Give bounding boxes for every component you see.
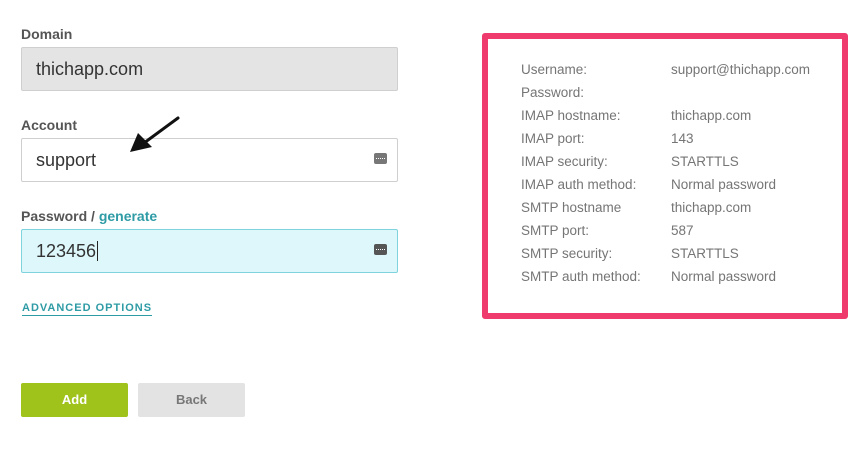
info-value: STARTTLS — [671, 154, 739, 169]
account-setup-page: Domain thichapp.com Account support Pass… — [0, 0, 859, 454]
info-key: Username: — [521, 62, 588, 77]
password-label-text: Password / — [21, 208, 95, 224]
password-label: Password / generate — [21, 208, 157, 224]
info-key: IMAP auth method: — [521, 177, 637, 192]
advanced-options-link[interactable]: ADVANCED OPTIONS — [22, 302, 153, 316]
info-key: Password: — [521, 85, 585, 100]
password-value: 123456 — [36, 241, 97, 261]
info-value: thichapp.com — [671, 108, 752, 123]
info-value: STARTTLS — [671, 246, 739, 261]
password-value-wrap: 123456 — [36, 241, 99, 262]
account-input[interactable]: support — [21, 138, 398, 182]
info-key: IMAP port: — [521, 131, 585, 146]
domain-value: thichapp.com — [36, 59, 144, 79]
info-value: thichapp.com — [671, 200, 752, 215]
keyboard-icon[interactable] — [374, 244, 387, 255]
add-button[interactable]: Add — [21, 383, 128, 417]
info-key: IMAP hostname: — [521, 108, 621, 123]
account-value: support — [36, 150, 97, 170]
info-key: SMTP auth method: — [521, 269, 641, 284]
info-value: support@thichapp.com — [671, 62, 811, 77]
keyboard-icon[interactable] — [374, 153, 387, 164]
account-label: Account — [21, 117, 77, 133]
info-value: Normal password — [671, 269, 777, 284]
info-key: SMTP hostname — [521, 200, 622, 215]
text-caret — [97, 241, 99, 261]
info-key: SMTP security: — [521, 246, 613, 261]
generate-password-link[interactable]: generate — [99, 208, 157, 224]
info-value: 143 — [671, 131, 694, 146]
back-button[interactable]: Back — [138, 383, 245, 417]
info-key: SMTP port: — [521, 223, 590, 238]
domain-field: thichapp.com — [21, 47, 398, 91]
account-info-panel: Username: support@thichapp.com Password:… — [482, 33, 848, 319]
arrow-annotation-icon — [130, 116, 180, 152]
domain-label: Domain — [21, 26, 73, 42]
info-value: Normal password — [671, 177, 777, 192]
info-key: IMAP security: — [521, 154, 608, 169]
info-value: 587 — [671, 223, 694, 238]
password-input[interactable]: 123456 — [21, 229, 398, 273]
